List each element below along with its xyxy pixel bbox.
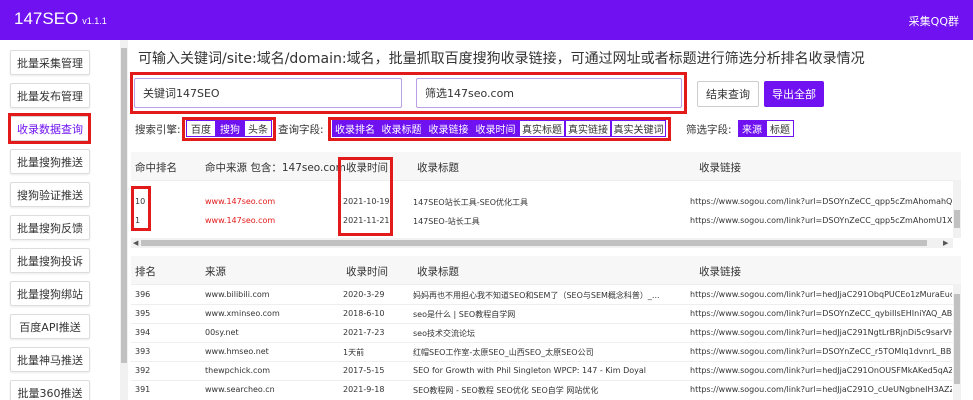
cell-link[interactable]: https://www.sogou.com/link?url=hedJjaC29… <box>690 366 952 375</box>
cell-source: www.hmseo.net <box>205 347 269 356</box>
app-version: v1.1.1 <box>82 16 107 26</box>
cell-link[interactable]: https://www.sogou.com/link?url=DSOYnZeCC… <box>690 309 952 318</box>
cell-time: 2021-7-23 <box>343 328 385 337</box>
cell-link[interactable]: https://www.sogou.com/link?url=DSOYnZeCC… <box>690 216 952 225</box>
hit-table-vscrollbar[interactable] <box>953 180 961 238</box>
cell-title: seo技术交流论坛 <box>413 329 475 338</box>
hit-col-title[interactable]: 收录标题 <box>417 160 459 175</box>
cell-title: 红帽SEO工作室-太原SEO_山西SEO_太原SEO公司 <box>413 348 594 357</box>
cell-rank: 396 <box>135 290 151 299</box>
cell-title: SEO for Growth with Phil Singleton WPCP:… <box>413 366 646 375</box>
query-field-label: 查询字段: <box>278 124 324 136</box>
sidebar: 批量采集管理 批量发布管理 收录数据查询 批量搜狗推送 搜狗验证推送 批量搜狗反… <box>0 40 118 400</box>
all-col-title[interactable]: 收录标题 <box>417 264 459 279</box>
cell-rank: 395 <box>135 309 151 318</box>
cell-title: SEO教程网 - SEO教程 SEO优化 SEO自学 网站优化 <box>413 386 599 395</box>
hit-table-hscrollbar[interactable] <box>131 238 953 248</box>
cell-source: www.bilibili.com <box>205 290 270 299</box>
filter-field-title[interactable]: 标题 <box>766 120 794 137</box>
cell-source: 00sy.net <box>205 328 239 337</box>
cell-title: seo是什么 | SEO教程自学网 <box>413 310 516 319</box>
cell-rank: 391 <box>135 385 151 394</box>
cell-link[interactable]: https://www.sogou.com/link?url=hedJjaC29… <box>690 328 952 337</box>
cell-title: 147SEO-站长工具 <box>413 217 480 226</box>
cell-rank: 393 <box>135 347 151 356</box>
sidebar-item-batch-collect[interactable]: 批量采集管理 <box>10 50 90 75</box>
filter-field-source[interactable]: 来源 <box>738 120 766 137</box>
all-col-rank[interactable]: 排名 <box>135 264 156 279</box>
cell-rank: 392 <box>135 366 151 375</box>
all-table-vscrollbar[interactable] <box>953 284 961 400</box>
divider <box>131 323 961 324</box>
sidebar-item-sogou-complaint[interactable]: 批量搜狗投诉 <box>10 248 90 273</box>
page-description: 可输入关键词/site:域名/domain:域名，批量抓取百度搜狗收录链接，可通… <box>138 51 865 67</box>
highlight-box-sidebar <box>8 113 91 144</box>
cell-link[interactable]: https://www.sogou.com/link?url=DSOYnZeCC… <box>690 197 952 206</box>
top-bar: 147SEO v1.1.1 采集QQ群 <box>0 0 973 40</box>
cell-time: 2017-5-15 <box>343 366 385 375</box>
cell-source: www.147seo.com <box>205 216 276 225</box>
cell-source: www.searcheo.cn <box>205 385 275 394</box>
sidebar-item-sogou-push[interactable]: 批量搜狗推送 <box>10 149 90 174</box>
divider <box>131 284 961 285</box>
divider <box>131 361 961 362</box>
cell-link[interactable]: https://www.sogou.com/link?url=hedJjaC29… <box>690 290 952 299</box>
sidebar-scrollbar[interactable] <box>120 40 128 400</box>
highlight-box-query-fields <box>328 117 671 141</box>
filter-field-label: 筛选字段: <box>686 124 732 136</box>
sidebar-item-batch-publish[interactable]: 批量发布管理 <box>10 83 90 108</box>
hit-table-vscroll-thumb[interactable] <box>954 210 960 228</box>
scroll-left-icon[interactable]: ◀ <box>133 239 138 247</box>
export-all-button[interactable]: 导出全部 <box>764 81 824 107</box>
highlight-box-time-column <box>338 157 393 236</box>
sidebar-item-sogou-bind[interactable]: 批量搜狗绑站 <box>10 281 90 306</box>
hit-col-link[interactable]: 收录链接 <box>699 160 741 175</box>
all-table-header-bg <box>131 256 961 284</box>
app-logo: 147SEO v1.1.1 <box>14 9 107 29</box>
hit-col-rank[interactable]: 命中排名 <box>135 160 177 175</box>
sidebar-item-360-push[interactable]: 批量360推送 <box>10 380 90 400</box>
sidebar-item-sogou-feedback[interactable]: 批量搜狗反馈 <box>10 215 90 240</box>
cell-source: thewpchick.com <box>205 366 271 375</box>
divider <box>131 304 961 305</box>
sidebar-scroll-thumb[interactable] <box>121 48 127 363</box>
sidebar-item-shenma-push[interactable]: 批量神马推送 <box>10 347 90 372</box>
all-col-source[interactable]: 来源 <box>205 264 226 279</box>
divider <box>131 342 961 343</box>
hit-table-hscroll-thumb[interactable] <box>141 240 927 246</box>
highlight-box-engines <box>182 117 276 141</box>
sidebar-item-baidu-api-push[interactable]: 百度API推送 <box>10 314 90 339</box>
scroll-right-icon[interactable]: ▶ <box>943 239 948 247</box>
cell-title: 147SEO站长工具-SEO优化工具 <box>413 198 529 207</box>
app-logo-text: 147SEO <box>14 9 79 28</box>
cell-time: 2020-3-29 <box>343 290 385 299</box>
cell-rank: 394 <box>135 328 151 337</box>
all-table-vscroll-thumb[interactable] <box>954 294 960 384</box>
qq-group-link[interactable]: 采集QQ群 <box>909 13 959 29</box>
divider <box>131 180 961 181</box>
cell-source: www.147seo.com <box>205 197 276 206</box>
highlight-box-inputs <box>130 72 687 114</box>
cell-source: www.xminseo.com <box>205 309 280 318</box>
end-query-button[interactable]: 结束查询 <box>697 81 759 107</box>
all-col-time[interactable]: 收录时间 <box>346 264 388 279</box>
main-panel: 可输入关键词/site:域名/domain:域名，批量抓取百度搜狗收录链接，可通… <box>130 40 973 400</box>
cell-time: 2021-9-18 <box>343 385 385 394</box>
sidebar-item-sogou-verify-push[interactable]: 搜狗验证推送 <box>10 182 90 207</box>
cell-time: 2018-6-10 <box>343 309 385 318</box>
cell-link[interactable]: https://www.sogou.com/link?url=hedJjaC29… <box>690 385 952 394</box>
all-col-link[interactable]: 收录链接 <box>699 264 741 279</box>
highlight-box-rank-column <box>131 186 151 231</box>
cell-link[interactable]: https://www.sogou.com/link?url=DSOYnZeCC… <box>690 347 952 356</box>
cell-time: 1天前 <box>343 348 365 357</box>
hit-col-source[interactable]: 命中来源 包含：147seo.com <box>205 160 346 175</box>
divider <box>131 380 961 381</box>
cell-title: 妈妈再也不用担心我不知道SEO和SEM了（SEO与SEM概念科普）_... <box>413 291 660 300</box>
engine-label: 搜索引擎: <box>135 124 181 136</box>
